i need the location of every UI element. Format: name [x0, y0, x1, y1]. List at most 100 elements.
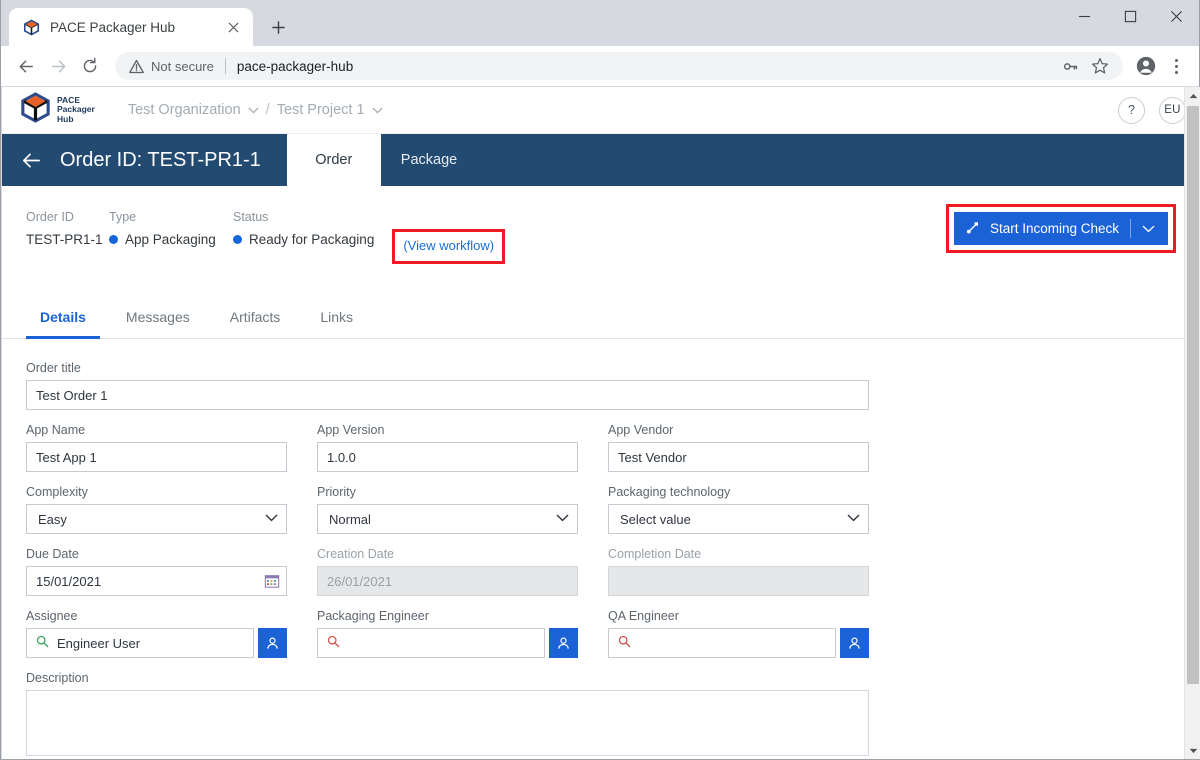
user-picker-icon[interactable] — [549, 628, 578, 658]
scroll-down-arrow-icon[interactable] — [1185, 742, 1200, 759]
packaging-technology-select[interactable]: Select value — [608, 504, 869, 534]
meta-order-id: Order ID TEST-PR1-1 — [26, 210, 109, 247]
start-incoming-check-button[interactable]: Start Incoming Check — [953, 212, 1168, 245]
reload-icon[interactable] — [75, 51, 105, 81]
tab-details[interactable]: Details — [26, 300, 100, 339]
app-vendor-input[interactable]: Test Vendor — [608, 442, 869, 472]
packaging-technology-label: Packaging technology — [608, 485, 731, 499]
field-app-version: App Version 1.0.0 — [317, 423, 578, 472]
search-icon — [327, 635, 340, 651]
tab-order[interactable]: Order — [286, 134, 381, 186]
detail-tabs: Details Messages Artifacts Links — [2, 300, 1200, 339]
qa-engineer-control — [608, 628, 869, 658]
field-description: Description — [26, 671, 869, 756]
assignee-input[interactable]: Engineer User — [26, 628, 254, 658]
bookmark-star-icon[interactable] — [1087, 53, 1113, 79]
chevron-down-icon[interactable] — [1142, 221, 1155, 236]
start-incoming-check-highlight: Start Incoming Check — [945, 204, 1176, 253]
breadcrumb-organization[interactable]: Test Organization — [128, 102, 259, 118]
address-bar[interactable]: Not secure pace-packager-hub — [115, 52, 1123, 80]
vertical-scrollbar[interactable] — [1184, 87, 1200, 759]
complexity-label: Complexity — [26, 485, 88, 499]
meta-order-id-value: TEST-PR1-1 — [26, 232, 103, 247]
qa-engineer-input[interactable] — [608, 628, 836, 658]
order-meta-row: Order ID TEST-PR1-1 Type App Packaging S… — [2, 204, 1200, 264]
form-row-app: App Name Test App 1 App Version 1.0.0 Ap… — [26, 423, 1176, 472]
breadcrumb-organization-label: Test Organization — [127, 102, 241, 118]
browser-tab[interactable]: PACE Packager Hub — [9, 8, 253, 46]
minimize-icon[interactable] — [1061, 0, 1107, 32]
user-picker-icon[interactable] — [840, 628, 869, 658]
close-icon[interactable] — [223, 17, 243, 37]
meta-status-text: Ready for Packaging — [249, 232, 375, 247]
status-dot-icon — [109, 235, 118, 244]
password-key-icon[interactable] — [1057, 53, 1083, 79]
browser-tab-title: PACE Packager Hub — [50, 19, 176, 35]
chevron-down-icon — [248, 102, 259, 118]
meta-type: Type App Packaging — [109, 210, 233, 247]
meta-status: Status Ready for Packaging — [233, 210, 374, 247]
description-textarea[interactable] — [26, 690, 869, 756]
tab-links[interactable]: Links — [306, 300, 367, 339]
new-tab-button[interactable] — [263, 12, 293, 42]
packaging-engineer-input[interactable] — [317, 628, 545, 658]
due-date-input[interactable]: 15/01/2021 — [26, 566, 257, 596]
assignee-control: Engineer User — [26, 628, 287, 658]
tab-package[interactable]: Package — [381, 134, 477, 186]
user-picker-icon[interactable] — [258, 628, 287, 658]
packaging-engineer-control — [317, 628, 578, 658]
app-logo[interactable]: PACE Packager Hub — [20, 92, 95, 128]
forward-arrow-icon — [43, 51, 73, 81]
form-row-dates: Due Date 15/01/2021 Creation Date 26/01/… — [26, 547, 1176, 596]
field-order-title: Order title Test Order 1 — [26, 361, 869, 410]
app-version-label: App Version — [317, 423, 385, 437]
pace-cube-logo-icon — [20, 92, 51, 128]
close-window-icon[interactable] — [1153, 0, 1199, 32]
app-name-input[interactable]: Test App 1 — [26, 442, 287, 472]
meta-order-id-label: Order ID — [26, 210, 74, 224]
chevron-down-icon — [265, 513, 278, 525]
user-avatar[interactable]: EU — [1159, 96, 1186, 124]
priority-value: Normal — [329, 511, 371, 527]
form-row-title: Order title Test Order 1 — [26, 361, 1176, 410]
breadcrumb: Test Organization / Test Project 1 — [128, 102, 383, 118]
order-title-label: Order title — [26, 361, 81, 375]
back-arrow-icon[interactable] — [11, 51, 41, 81]
field-due-date: Due Date 15/01/2021 — [26, 547, 287, 596]
search-icon — [36, 635, 49, 651]
kebab-menu-icon[interactable] — [1163, 51, 1189, 81]
button-divider — [1130, 219, 1131, 238]
tab-artifacts[interactable]: Artifacts — [216, 300, 295, 339]
omnibox-divider — [224, 58, 226, 74]
url-text: pace-packager-hub — [236, 58, 354, 74]
chevron-down-icon — [556, 513, 569, 525]
start-incoming-check-label: Start Incoming Check — [989, 221, 1119, 236]
packaging-engineer-label: Packaging Engineer — [317, 609, 429, 623]
app-logo-text: PACE Packager Hub — [57, 95, 95, 125]
breadcrumb-separator: / — [265, 102, 270, 118]
complexity-select[interactable]: Easy — [26, 504, 287, 534]
logo-line-2: Packager — [57, 104, 95, 115]
priority-label: Priority — [317, 485, 356, 499]
view-workflow-link[interactable]: (View workflow) — [403, 238, 494, 253]
order-content: Order ID TEST-PR1-1 Type App Packaging S… — [2, 186, 1200, 756]
scrollbar-thumb[interactable] — [1187, 106, 1199, 684]
completion-date-label: Completion Date — [608, 547, 702, 561]
browser-toolbar: Not secure pace-packager-hub — [1, 46, 1199, 86]
app-name-label: App Name — [26, 423, 86, 437]
order-title-input[interactable]: Test Order 1 — [26, 380, 869, 410]
profile-avatar-icon[interactable] — [1131, 51, 1161, 81]
complexity-value: Easy — [38, 511, 67, 527]
form-row-description: Description — [26, 671, 1176, 756]
app-version-input[interactable]: 1.0.0 — [317, 442, 578, 472]
calendar-icon[interactable] — [257, 566, 287, 596]
back-button[interactable] — [2, 134, 60, 186]
field-completion-date: Completion Date — [608, 547, 869, 596]
scroll-up-arrow-icon[interactable] — [1185, 87, 1200, 104]
breadcrumb-project[interactable]: Test Project 1 — [277, 102, 383, 118]
workflow-branch-icon — [966, 220, 981, 238]
priority-select[interactable]: Normal — [317, 504, 578, 534]
maximize-icon[interactable] — [1107, 0, 1153, 32]
tab-messages[interactable]: Messages — [112, 300, 204, 339]
help-button[interactable]: ? — [1118, 96, 1145, 124]
